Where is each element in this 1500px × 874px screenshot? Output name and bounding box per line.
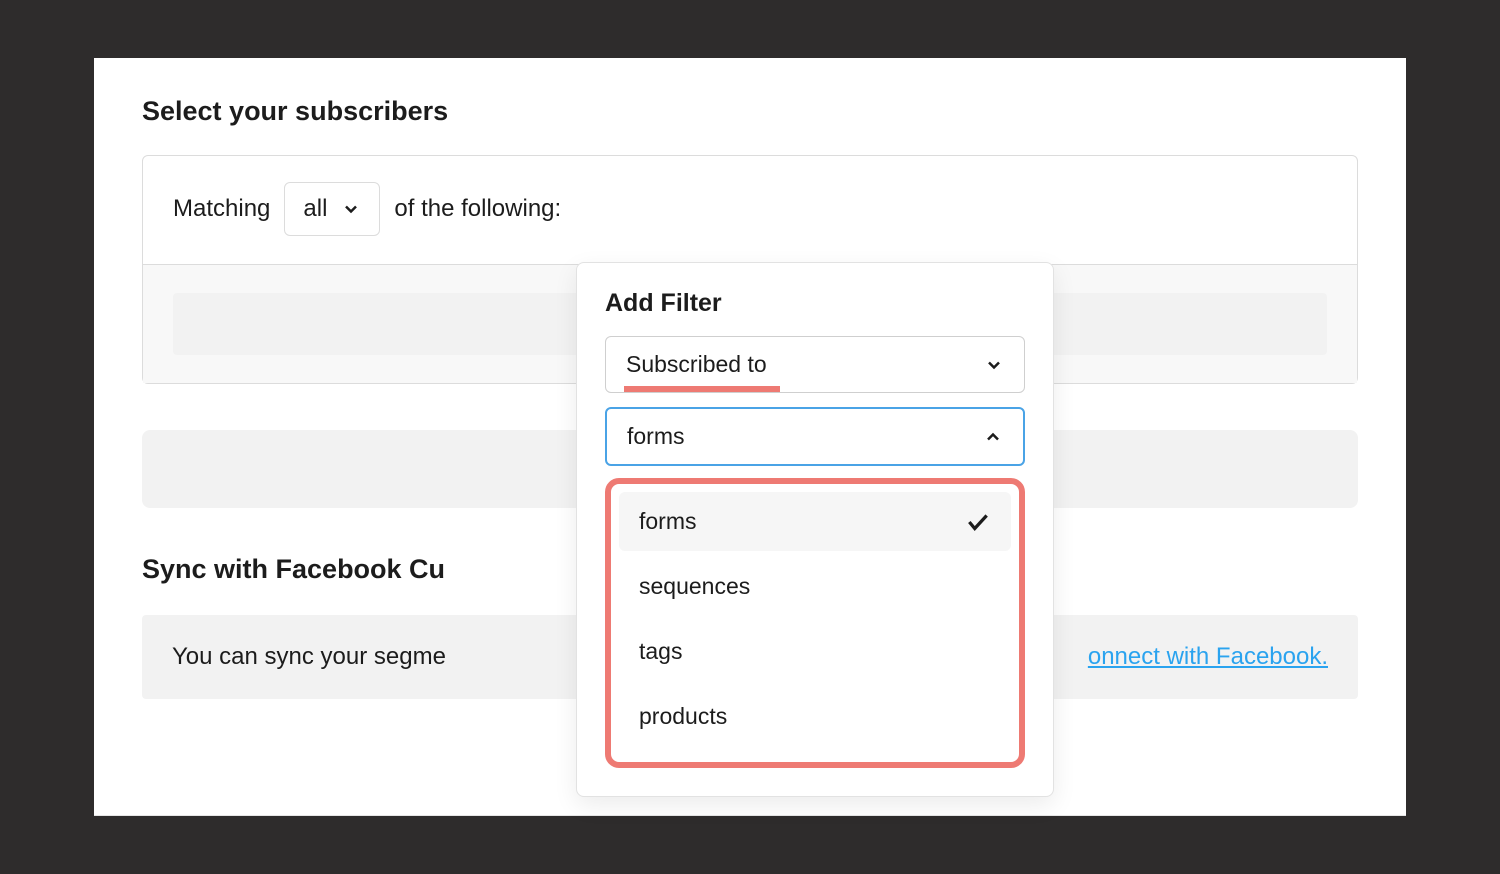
option-tags[interactable]: tags [619, 622, 1011, 681]
sync-banner-text: You can sync your segme [172, 643, 446, 671]
match-mode-select[interactable]: all [284, 182, 380, 236]
popover-title: Add Filter [605, 289, 1025, 318]
filter-type-select[interactable]: Subscribed to [605, 336, 1025, 393]
chevron-up-icon [983, 427, 1003, 447]
matching-label: Matching [173, 195, 270, 223]
of-following-label: of the following: [394, 195, 561, 223]
option-products[interactable]: products [619, 687, 1011, 746]
filter-type-value: Subscribed to [626, 351, 767, 378]
option-label: forms [639, 508, 697, 535]
section-title: Select your subscribers [142, 96, 1358, 127]
bottom-divider [94, 815, 1406, 816]
match-mode-value: all [303, 195, 327, 223]
annotation-underline [624, 386, 780, 392]
filter-header: Matching all of the following: [143, 156, 1357, 264]
add-filter-popover: Add Filter Subscribed to forms forms seq… [576, 262, 1054, 797]
option-sequences[interactable]: sequences [619, 557, 1011, 616]
filter-target-select[interactable]: forms [605, 407, 1025, 466]
option-forms[interactable]: forms [619, 492, 1011, 551]
connect-facebook-link[interactable]: onnect with Facebook. [1088, 643, 1328, 671]
option-label: sequences [639, 573, 750, 600]
option-label: tags [639, 638, 682, 665]
filter-target-value: forms [627, 423, 685, 450]
page-container: Select your subscribers Matching all of … [94, 58, 1406, 816]
option-label: products [639, 703, 727, 730]
chevron-down-icon [341, 199, 361, 219]
chevron-down-icon [984, 355, 1004, 375]
filter-target-options: forms sequences tags products [605, 478, 1025, 768]
check-icon [965, 509, 991, 535]
